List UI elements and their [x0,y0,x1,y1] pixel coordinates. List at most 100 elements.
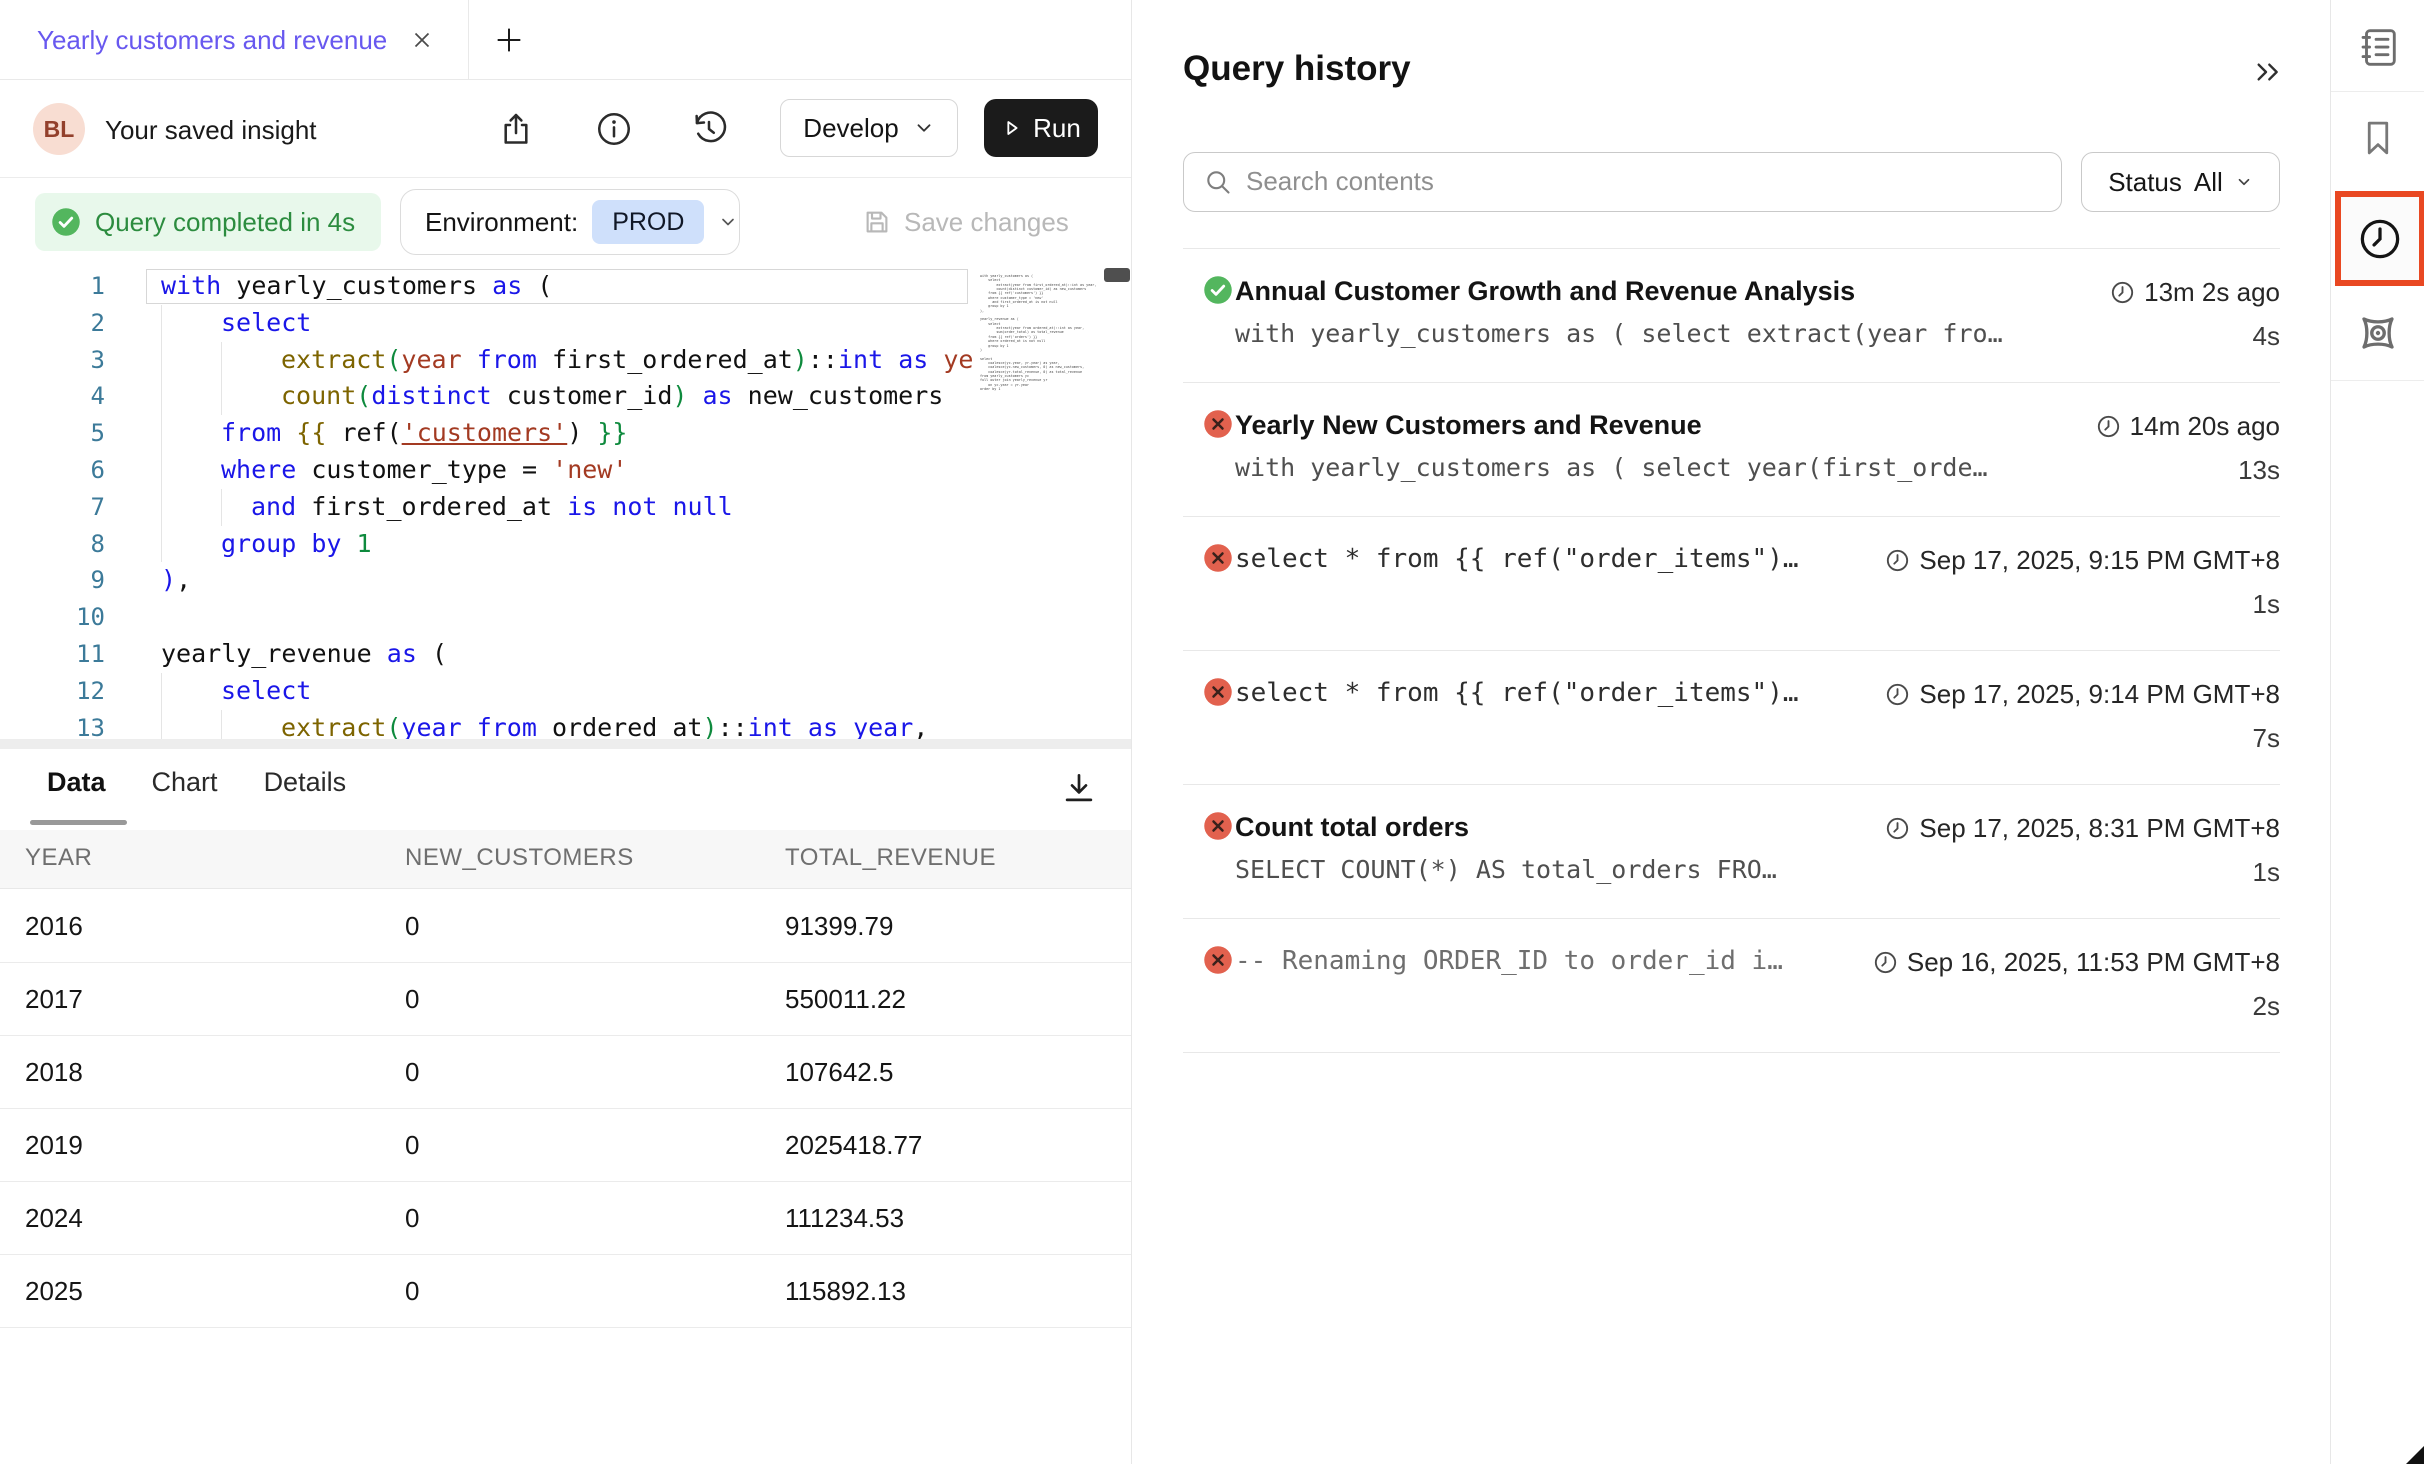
code-text: where customer_type = 'new' [221,452,627,489]
history-item[interactable]: Yearly New Customers and Revenue14m 20s … [1183,383,2280,517]
editor-scrollbar[interactable] [1104,268,1130,282]
indent-guide [161,305,162,342]
tab-data[interactable]: Data [47,767,106,798]
close-tab-icon[interactable] [409,27,435,53]
code-line[interactable]: 9), [0,562,1131,599]
indent-guide [161,452,162,489]
status-filter-dropdown[interactable]: Status All [2081,152,2280,212]
history-item-time: Sep 17, 2025, 9:14 PM GMT+8 [1885,679,2280,710]
avatar: BL [33,103,85,155]
code-line[interactable]: 7and first_ordered_at is not null [0,489,1131,526]
code-line[interactable]: 11yearly_revenue as ( [0,636,1131,673]
history-item[interactable]: Count total ordersSep 17, 2025, 8:31 PM … [1183,785,2280,919]
query-history-panel: Query history Status All Annual Customer… [1132,0,2330,1464]
history-item-duration: 13s [2238,455,2280,486]
tab-yearly-customers[interactable]: Yearly customers and revenue [0,0,435,80]
history-item-title: select * from {{ ref("order_items")… [1235,678,1799,708]
clock-icon [1885,816,1910,841]
run-button[interactable]: Run [984,99,1098,157]
code-line[interactable]: 10 [0,599,1131,636]
rail-divider [2331,91,2424,92]
code-line[interactable]: 3 extract(year from first_ordered_at)::in… [0,342,1131,379]
code-line[interactable]: 5from {{ ref('customers') }} [0,415,1131,452]
environment-dropdown[interactable]: Environment: PROD [400,189,740,255]
table-cell: 2017 [25,984,83,1015]
query-status-badge: Query completed in 4s [35,193,381,251]
error-status-icon [1203,945,1233,975]
indent-guide [161,526,162,563]
table-cell: 2024 [25,1203,83,1234]
results-panel: DataChartDetails YEARNEW_CUSTOMERSTOTAL_… [0,749,1131,1464]
line-number: 9 [0,562,105,599]
notebook-icon[interactable] [2355,24,2401,75]
new-tab-button[interactable] [487,18,531,62]
table-row: 20250115892.13 [0,1255,1131,1328]
code-line[interactable]: 8group by 1 [0,526,1131,563]
save-icon [862,207,892,237]
code-line[interactable]: 2 select [0,305,1131,342]
line-number: 2 [0,305,105,342]
line-number: 13 [0,710,105,739]
tab-details[interactable]: Details [264,767,347,798]
indent-guide [221,489,222,526]
bookmark-icon[interactable] [2357,117,2399,164]
history-item-title: Annual Customer Growth and Revenue Analy… [1235,276,1855,307]
line-number: 3 [0,342,105,379]
version-history-icon[interactable] [690,110,728,148]
history-item-title: Yearly New Customers and Revenue [1235,410,1702,441]
indent-guide [161,378,162,415]
code-line[interactable]: 4count(distinct customer_id) as new_cust… [0,378,1131,415]
tab-chart[interactable]: Chart [152,767,218,798]
clock-icon [1885,682,1910,707]
app-root: Yearly customers and revenue BL Your sav… [0,0,2424,1464]
table-cell: 107642.5 [785,1057,893,1088]
table-cell: 0 [405,911,419,942]
develop-dropdown[interactable]: Develop [780,99,958,157]
info-icon[interactable] [595,110,633,148]
history-item-time: Sep 17, 2025, 9:15 PM GMT+8 [1885,545,2280,576]
column-header-new_customers: NEW_CUSTOMERS [405,844,634,872]
history-item-duration: 1s [2253,857,2280,888]
table-cell: 0 [405,1057,419,1088]
search-input[interactable] [1246,153,2036,210]
history-item[interactable]: select * from {{ ref("order_items")… Sep … [1183,651,2280,785]
table-cell: 0 [405,984,419,1015]
code-text: extract(year from first_ordered_at)::int… [281,342,1019,379]
resize-corner [2406,1446,2424,1464]
code-line[interactable]: 1with yearly_customers as ( [0,268,1131,305]
code-line[interactable]: 12select [0,673,1131,710]
code-line[interactable]: 6where customer_type = 'new' [0,452,1131,489]
sql-editor[interactable]: 1with yearly_customers as (2 select 3 extra… [0,268,1131,739]
query-history-icon-active[interactable] [2335,191,2424,286]
error-status-icon [1203,543,1233,573]
code-text: select [221,305,311,342]
history-item-time: Sep 16, 2025, 11:53 PM GMT+8 [1873,947,2280,978]
table-row: 20180107642.5 [0,1036,1131,1109]
column-header-total_revenue: TOTAL_REVENUE [785,844,996,872]
history-item-title: Count total orders [1235,812,1469,843]
save-changes-button[interactable]: Save changes [862,194,1069,250]
collapse-panel-icon[interactable] [2252,56,2284,88]
line-number: 8 [0,526,105,563]
history-item[interactable]: select * from {{ ref("order_items")…Sep … [1183,517,2280,651]
environment-label: Environment: [425,207,578,238]
table-cell: 550011.22 [785,984,906,1015]
status-filter-value: All [2194,167,2223,198]
compass-icon[interactable] [2353,308,2403,363]
table-row: 201902025418.77 [0,1109,1131,1182]
editor-results-divider[interactable] [0,739,1131,749]
code-line[interactable]: 13extract(year from ordered_at)::int as … [0,710,1131,739]
clock-icon [2096,414,2121,439]
download-icon[interactable] [1060,769,1098,807]
history-item[interactable]: -- Renaming ORDER_ID to order_id i… Sep 1… [1183,919,2280,1053]
code-text: from {{ ref('customers') }} [221,415,627,452]
share-icon[interactable] [497,110,535,148]
history-item[interactable]: Annual Customer Growth and Revenue Analy… [1183,249,2280,383]
code-text: and first_ordered_at is not null [251,489,733,526]
search-icon [1204,168,1232,196]
status-row: Query completed in 4s Environment: PROD … [0,178,1131,268]
history-item-title: -- Renaming ORDER_ID to order_id i… [1235,946,1783,976]
indent-guide [161,415,162,452]
editor-minimap[interactable]: with yearly_customers as ( select extrac… [974,268,1104,739]
indent-guide [161,710,162,739]
